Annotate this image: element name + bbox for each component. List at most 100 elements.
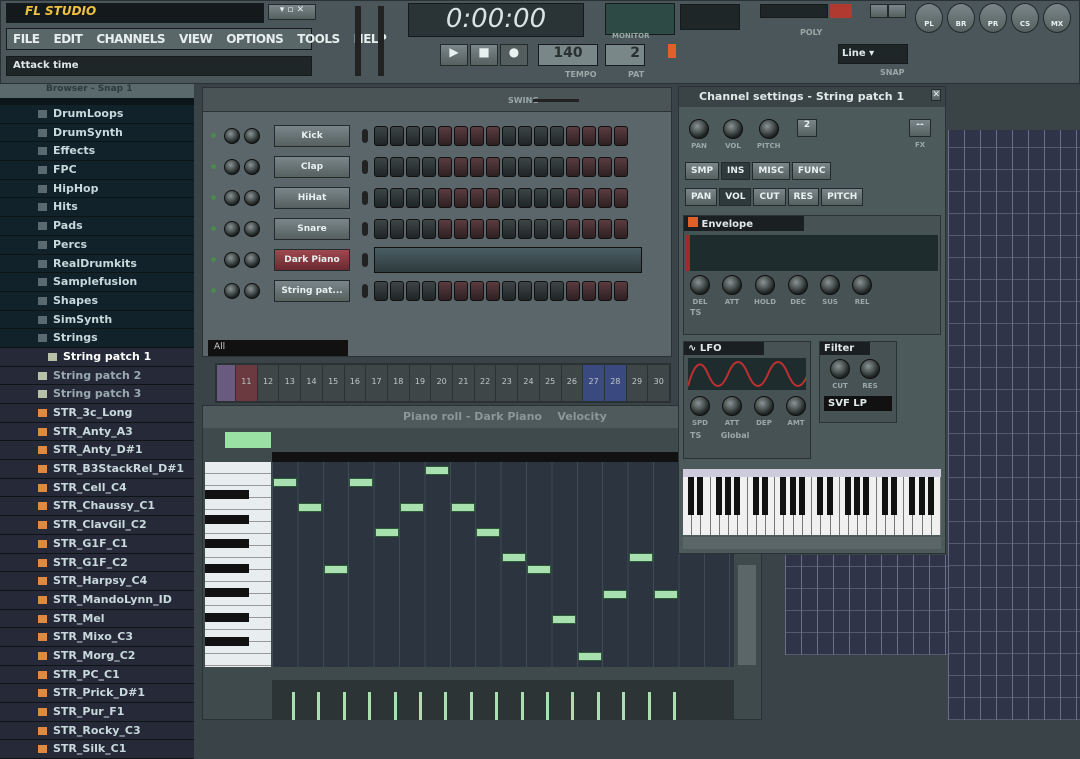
pattern-menu-button[interactable] — [217, 365, 235, 401]
black-key[interactable] — [205, 563, 249, 573]
step-button[interactable] — [550, 218, 564, 239]
browser-sample[interactable]: STR_G1F_C1 — [0, 534, 194, 554]
channel-button[interactable]: Dark Piano — [274, 248, 350, 271]
browser-folder[interactable]: Effects — [0, 142, 194, 162]
fx-button[interactable]: -- — [909, 119, 931, 137]
browser-sample[interactable]: STR_Mel — [0, 609, 194, 629]
note[interactable] — [400, 503, 424, 513]
channel-volume-knob[interactable] — [244, 127, 260, 144]
browser-sample[interactable]: STR_MandoLynn_ID — [0, 590, 194, 610]
channel-mute-led[interactable] — [211, 257, 216, 262]
step-button[interactable] — [374, 280, 388, 301]
tempo-display[interactable]: 140 — [538, 44, 598, 66]
note[interactable] — [654, 590, 678, 599]
step-button[interactable] — [390, 125, 404, 146]
step-button[interactable] — [390, 156, 404, 177]
window-button-br[interactable]: BR — [947, 3, 975, 33]
window-controls[interactable]: ▾ ▫ ✕ — [268, 4, 316, 20]
step-button[interactable] — [390, 187, 404, 208]
velocity-bar[interactable] — [292, 692, 295, 720]
step-button[interactable] — [614, 218, 628, 239]
cut-knob[interactable]: CUT — [830, 359, 850, 390]
browser-folder[interactable]: RealDrumkits — [0, 254, 194, 274]
browser-folder[interactable]: Hits — [0, 198, 194, 218]
step-button[interactable] — [454, 187, 468, 208]
browser-sample[interactable]: STR_Morg_C2 — [0, 646, 194, 666]
velocity-bar[interactable] — [596, 692, 600, 720]
white-key[interactable] — [205, 462, 271, 474]
pattern-button[interactable]: 29 — [626, 365, 648, 401]
browser-preset[interactable]: String patch 1 — [0, 347, 194, 367]
black-key[interactable] — [863, 477, 870, 515]
knob-dial[interactable] — [754, 396, 774, 416]
keyboard-scrollbar[interactable] — [683, 537, 941, 549]
step-button[interactable] — [582, 218, 596, 239]
browser-folder[interactable]: HipHop — [0, 179, 194, 199]
browser-folder[interactable]: Shapes — [0, 291, 194, 311]
velocity-bar[interactable] — [342, 692, 346, 720]
dep-knob[interactable]: DEP — [754, 396, 774, 427]
black-key[interactable] — [697, 477, 704, 515]
black-key[interactable] — [205, 539, 249, 548]
pattern-button[interactable]: 15 — [322, 365, 344, 401]
knob-dial[interactable] — [690, 396, 710, 416]
att-knob[interactable]: ATT — [722, 396, 742, 427]
note[interactable] — [603, 590, 628, 599]
white-key[interactable] — [775, 477, 787, 535]
velocity-bar[interactable] — [368, 692, 372, 720]
black-key[interactable] — [927, 477, 934, 515]
channel-volume-knob[interactable] — [244, 220, 260, 237]
step-button[interactable] — [438, 156, 452, 177]
channel-select-led[interactable] — [362, 128, 368, 143]
tab-ins[interactable]: INS — [721, 162, 751, 180]
black-key[interactable] — [205, 588, 249, 597]
white-key[interactable] — [683, 477, 695, 535]
mini-piano-roll[interactable] — [374, 246, 642, 273]
knob-dial[interactable] — [860, 359, 880, 379]
velocity-bar[interactable] — [520, 692, 524, 720]
pan-knob[interactable]: PAN — [689, 119, 709, 150]
channel-volume-knob[interactable] — [244, 251, 260, 268]
note[interactable] — [323, 565, 348, 575]
step-button[interactable] — [534, 156, 548, 177]
menu-file[interactable]: FILE — [13, 32, 40, 46]
black-key[interactable] — [734, 477, 741, 515]
note[interactable] — [552, 614, 577, 624]
knob-dial[interactable] — [689, 119, 709, 139]
black-key[interactable] — [817, 477, 824, 515]
browser-preset[interactable]: String patch 3 — [0, 385, 194, 404]
browser-sample[interactable]: STR_Mixo_C3 — [0, 628, 194, 647]
window-button-pr[interactable]: PR — [979, 3, 1007, 33]
stop-button[interactable]: ■ — [470, 44, 498, 66]
note[interactable] — [527, 565, 551, 575]
step-button[interactable] — [470, 218, 484, 239]
step-button[interactable] — [422, 125, 436, 146]
velocity-bar[interactable] — [393, 692, 397, 720]
knob-dial[interactable] — [722, 396, 742, 416]
browser-sample[interactable]: STR_Prick_D#1 — [0, 684, 194, 703]
channel-select-led[interactable] — [362, 159, 368, 174]
channel-select-led[interactable] — [362, 221, 368, 236]
record-button[interactable]: ● — [500, 44, 528, 66]
typing-keyboard-toggle[interactable] — [668, 44, 676, 58]
step-button[interactable] — [486, 280, 500, 301]
browser-folder[interactable]: SimSynth — [0, 310, 194, 330]
channel-select-led[interactable] — [362, 283, 368, 298]
step-button[interactable] — [598, 280, 612, 301]
channel-pan-knob[interactable] — [224, 220, 240, 237]
master-pitch-slider[interactable] — [378, 6, 384, 76]
black-key[interactable] — [854, 477, 861, 515]
step-button[interactable] — [582, 187, 596, 208]
velocity-bar[interactable] — [546, 692, 549, 720]
step-button[interactable] — [422, 280, 436, 301]
pattern-button[interactable]: 17 — [366, 365, 387, 401]
step-button[interactable] — [582, 280, 596, 301]
channel-mute-led[interactable] — [211, 288, 216, 293]
pattern-display[interactable]: 2 — [605, 44, 645, 66]
note[interactable] — [349, 478, 374, 488]
channel-pan-knob[interactable] — [224, 251, 240, 268]
note[interactable] — [501, 552, 526, 562]
window-button-mx[interactable]: MX — [1043, 3, 1071, 33]
pattern-button[interactable]: 12 — [257, 365, 279, 401]
window-button-pl[interactable]: PL — [915, 3, 943, 33]
